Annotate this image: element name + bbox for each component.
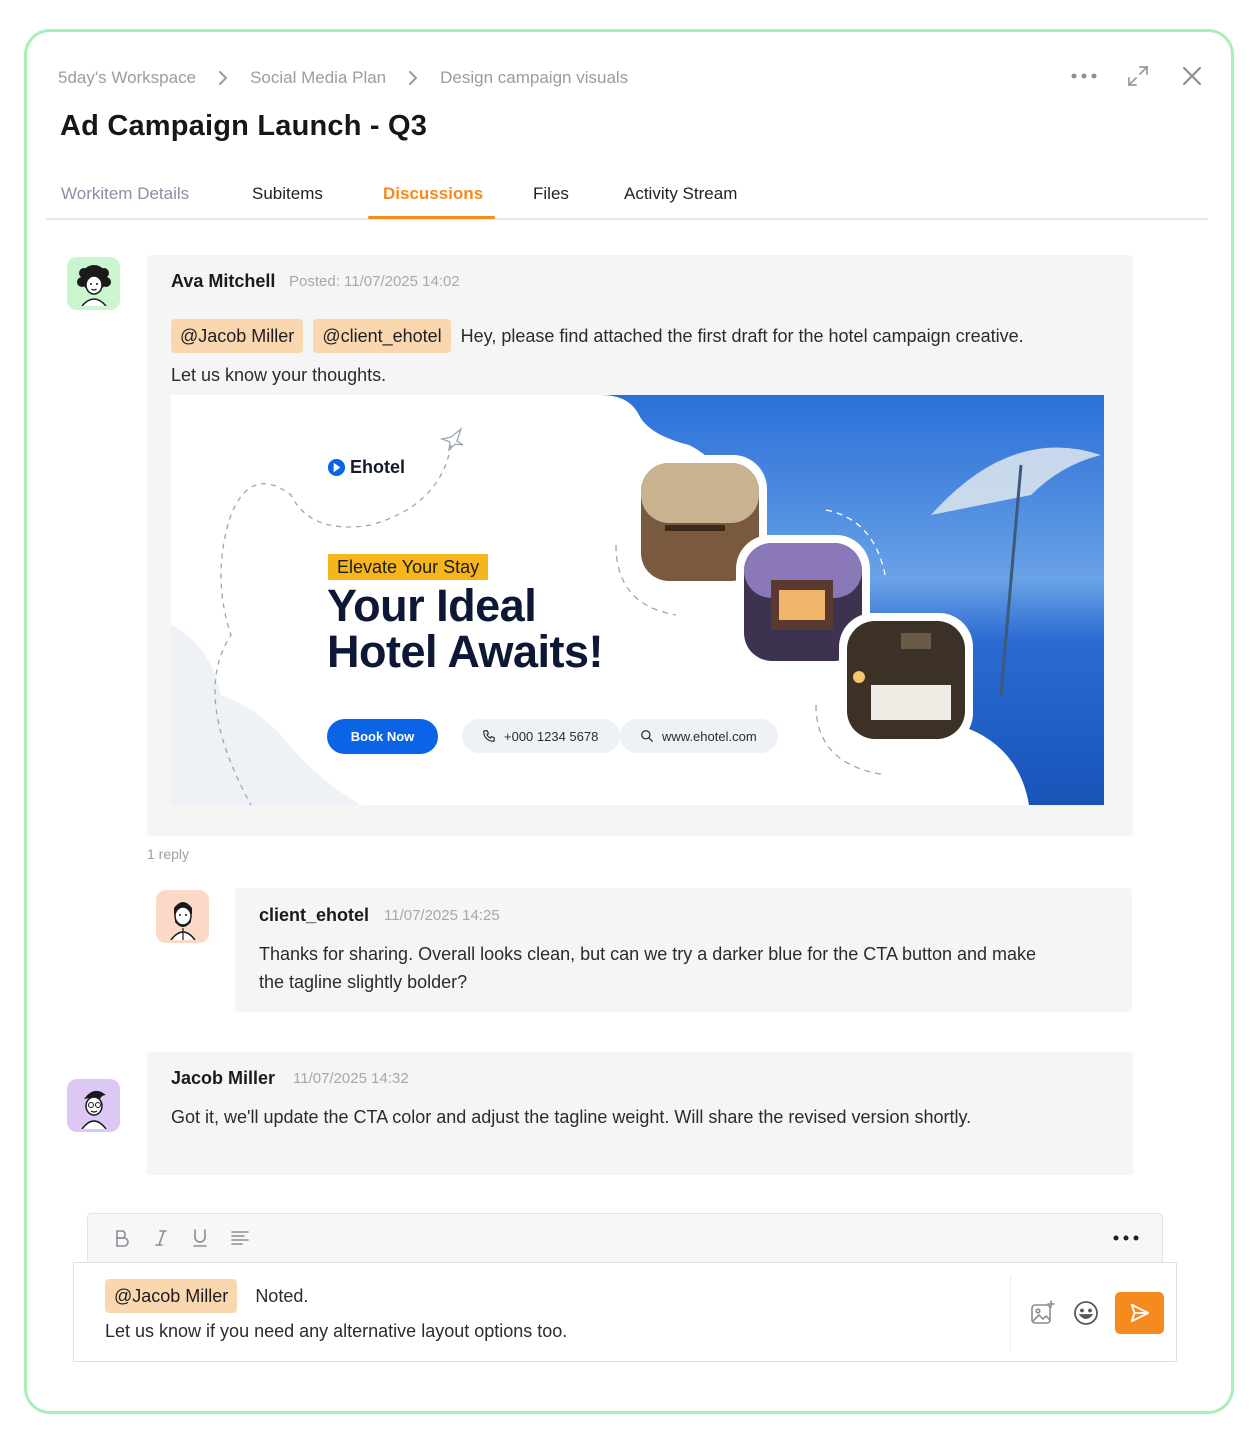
banner-phone-pill: +000 1234 5678 [462, 719, 620, 753]
page-title: Ad Campaign Launch - Q3 [60, 110, 428, 142]
tab-workitem-details[interactable]: Workitem Details [61, 184, 189, 204]
reply-text-line2: the tagline slightly bolder? [259, 972, 468, 992]
breadcrumb-task[interactable]: Design campaign visuals [440, 68, 628, 88]
post-text: Let us know your thoughts. [171, 365, 387, 385]
mention-tag[interactable]: @Jacob Miller [171, 319, 304, 353]
more-icon[interactable] [1112, 1226, 1140, 1250]
close-icon[interactable] [1178, 62, 1206, 90]
avatar-ava-mitchell [67, 257, 120, 310]
banner-book-now-button: Book Now [327, 719, 438, 754]
reply-count[interactable]: 1 reply [147, 846, 189, 862]
banner-tagline: Elevate Your Stay [328, 554, 489, 580]
avatar-client-ehotel [156, 890, 209, 943]
send-icon [1130, 1303, 1149, 1323]
banner-phone: +000 1234 5678 [504, 728, 599, 744]
header-actions [1070, 62, 1206, 90]
expand-icon[interactable] [1124, 62, 1152, 90]
chevron-right-icon [212, 70, 234, 86]
reply-text-line1: Thanks for sharing. Overall looks clean,… [259, 944, 1037, 964]
reply-author[interactable]: client_ehotel [259, 905, 369, 926]
image-upload-icon[interactable] [1029, 1299, 1057, 1327]
breadcrumb: 5day's Workspace Social Media Plan Desig… [58, 64, 628, 92]
breadcrumb-workspace[interactable]: 5day's Workspace [58, 68, 196, 88]
send-button[interactable] [1115, 1292, 1164, 1334]
banner-brand-name: Ehotel [350, 457, 406, 477]
more-options-icon[interactable] [1070, 62, 1098, 90]
post-text: Hey, please find attached the first draf… [460, 326, 1024, 346]
comment-editor[interactable]: @Jacob Miller Noted. Let us know if you … [73, 1262, 1177, 1362]
post-message: @Jacob Miller @client_ehotel Hey, please… [171, 319, 1121, 353]
bold-icon[interactable] [110, 1226, 134, 1250]
editor-text: Noted. [255, 1285, 309, 1306]
avatar-jacob-miller [67, 1079, 120, 1132]
editor-divider [1010, 1275, 1011, 1351]
phone-icon [483, 730, 495, 742]
breadcrumb-plan[interactable]: Social Media Plan [250, 68, 386, 88]
tab-bar: Workitem Details Subitems Discussions Fi… [46, 170, 1208, 220]
emoji-icon[interactable] [1072, 1299, 1100, 1327]
banner-website: www.ehotel.com [662, 728, 757, 744]
banner-brand: Ehotel [327, 457, 405, 478]
tab-activity-stream[interactable]: Activity Stream [624, 184, 737, 204]
post-author[interactable]: Ava Mitchell [171, 271, 275, 292]
brand-logo-icon [327, 458, 346, 477]
mention-tag[interactable]: @Jacob Miller [105, 1279, 238, 1313]
editor-line1: @Jacob Miller Noted. [105, 1279, 308, 1313]
mention-tag[interactable]: @client_ehotel [313, 319, 451, 353]
post-text: Got it, we'll update the CTA color and a… [171, 1107, 972, 1127]
tab-discussions[interactable]: Discussions [383, 184, 483, 204]
align-icon[interactable] [228, 1226, 252, 1250]
chevron-right-icon [402, 70, 424, 86]
tab-files[interactable]: Files [533, 184, 569, 204]
editor-text: Let us know if you need any alternative … [105, 1321, 568, 1341]
banner-headline-line2: Hotel Awaits! [327, 626, 604, 677]
post-author[interactable]: Jacob Miller [171, 1068, 275, 1089]
banner-website-pill: www.ehotel.com [620, 719, 778, 753]
editor-toolbar [87, 1213, 1163, 1263]
tab-subitems[interactable]: Subitems [252, 184, 323, 204]
campaign-banner-image[interactable]: Ehotel Elevate Your Stay Your Ideal Hote… [171, 395, 1104, 805]
banner-headline: Your Ideal Hotel Awaits! [327, 580, 604, 677]
underline-icon[interactable] [188, 1226, 212, 1250]
banner-headline-line1: Your Ideal [327, 580, 537, 631]
italic-icon[interactable] [149, 1226, 173, 1250]
post-timestamp: 11/07/2025 14:32 [293, 1070, 409, 1087]
reply-timestamp: 11/07/2025 14:25 [384, 907, 500, 924]
active-tab-indicator [368, 216, 495, 219]
search-icon [641, 730, 653, 742]
post-timestamp: Posted: 11/07/2025 14:02 [289, 273, 460, 290]
